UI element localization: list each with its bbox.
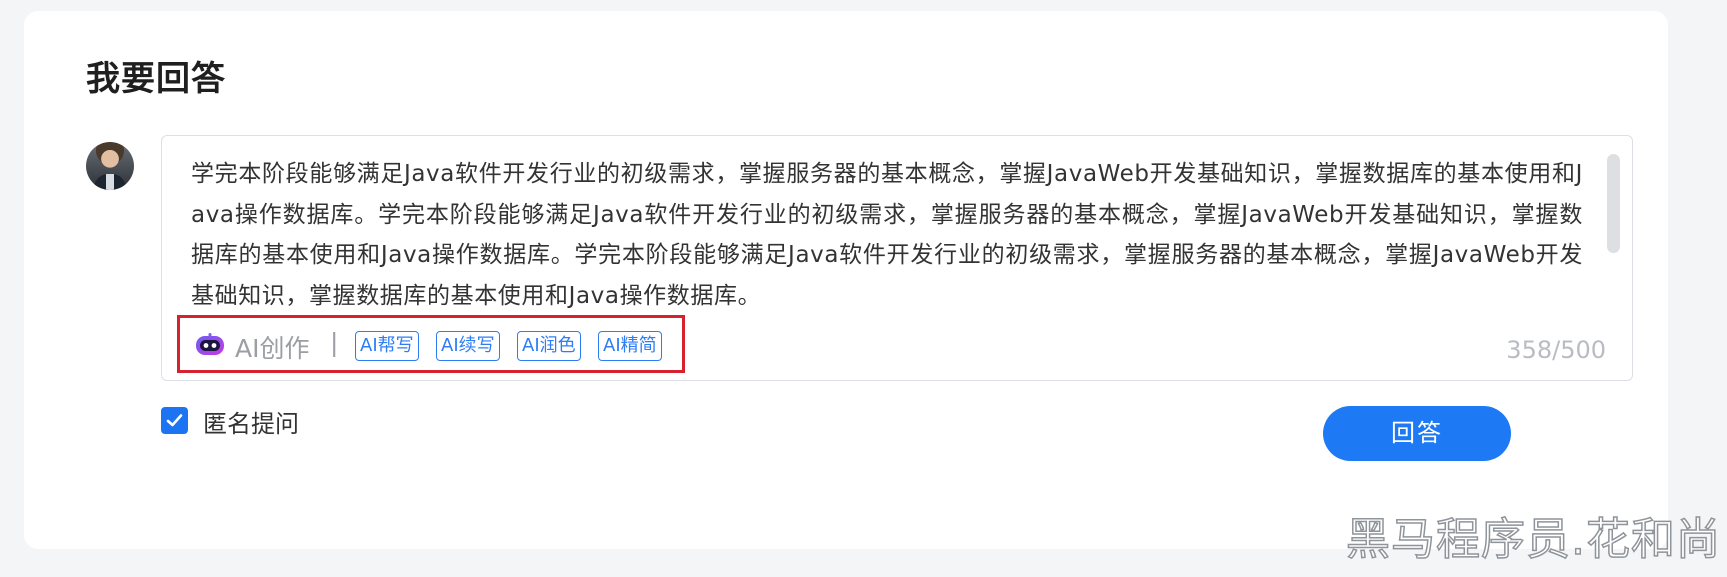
avatar-shirt <box>106 174 114 190</box>
editor-scrollbar[interactable] <box>1607 154 1620 253</box>
ai-polish-button[interactable]: AI润色 <box>517 331 581 361</box>
answer-editor[interactable]: 学完本阶段能够满足Java软件开发行业的初级需求，掌握服务器的基本概念，掌握Ja… <box>161 135 1633 381</box>
submit-answer-button[interactable]: 回答 <box>1323 406 1511 461</box>
ai-toolbar: AI创作 | AI帮写 AI续写 AI润色 AI精简 <box>177 315 685 373</box>
anonymous-checkbox[interactable] <box>161 407 188 434</box>
ai-robot-icon <box>196 333 224 355</box>
ai-simplify-button[interactable]: AI精简 <box>598 331 662 361</box>
ai-help-write-button[interactable]: AI帮写 <box>355 331 419 361</box>
watermark: 黑马程序员.花和尚 <box>1345 513 1721 566</box>
ai-separator: | <box>330 328 339 357</box>
page-title: 我要回答 <box>86 59 226 99</box>
check-icon <box>166 414 183 427</box>
char-counter: 358/500 <box>1506 336 1606 364</box>
anonymous-label: 匿名提问 <box>203 410 299 438</box>
ai-continue-write-button[interactable]: AI续写 <box>436 331 500 361</box>
ai-create-label: AI创作 <box>235 334 310 363</box>
avatar <box>86 142 134 190</box>
answer-textarea[interactable]: 学完本阶段能够满足Java软件开发行业的初级需求，掌握服务器的基本概念，掌握Ja… <box>191 154 1583 317</box>
answer-card: 我要回答 学完本阶段能够满足Java软件开发行业的初级需求，掌握服务器的基本概念… <box>24 11 1668 549</box>
